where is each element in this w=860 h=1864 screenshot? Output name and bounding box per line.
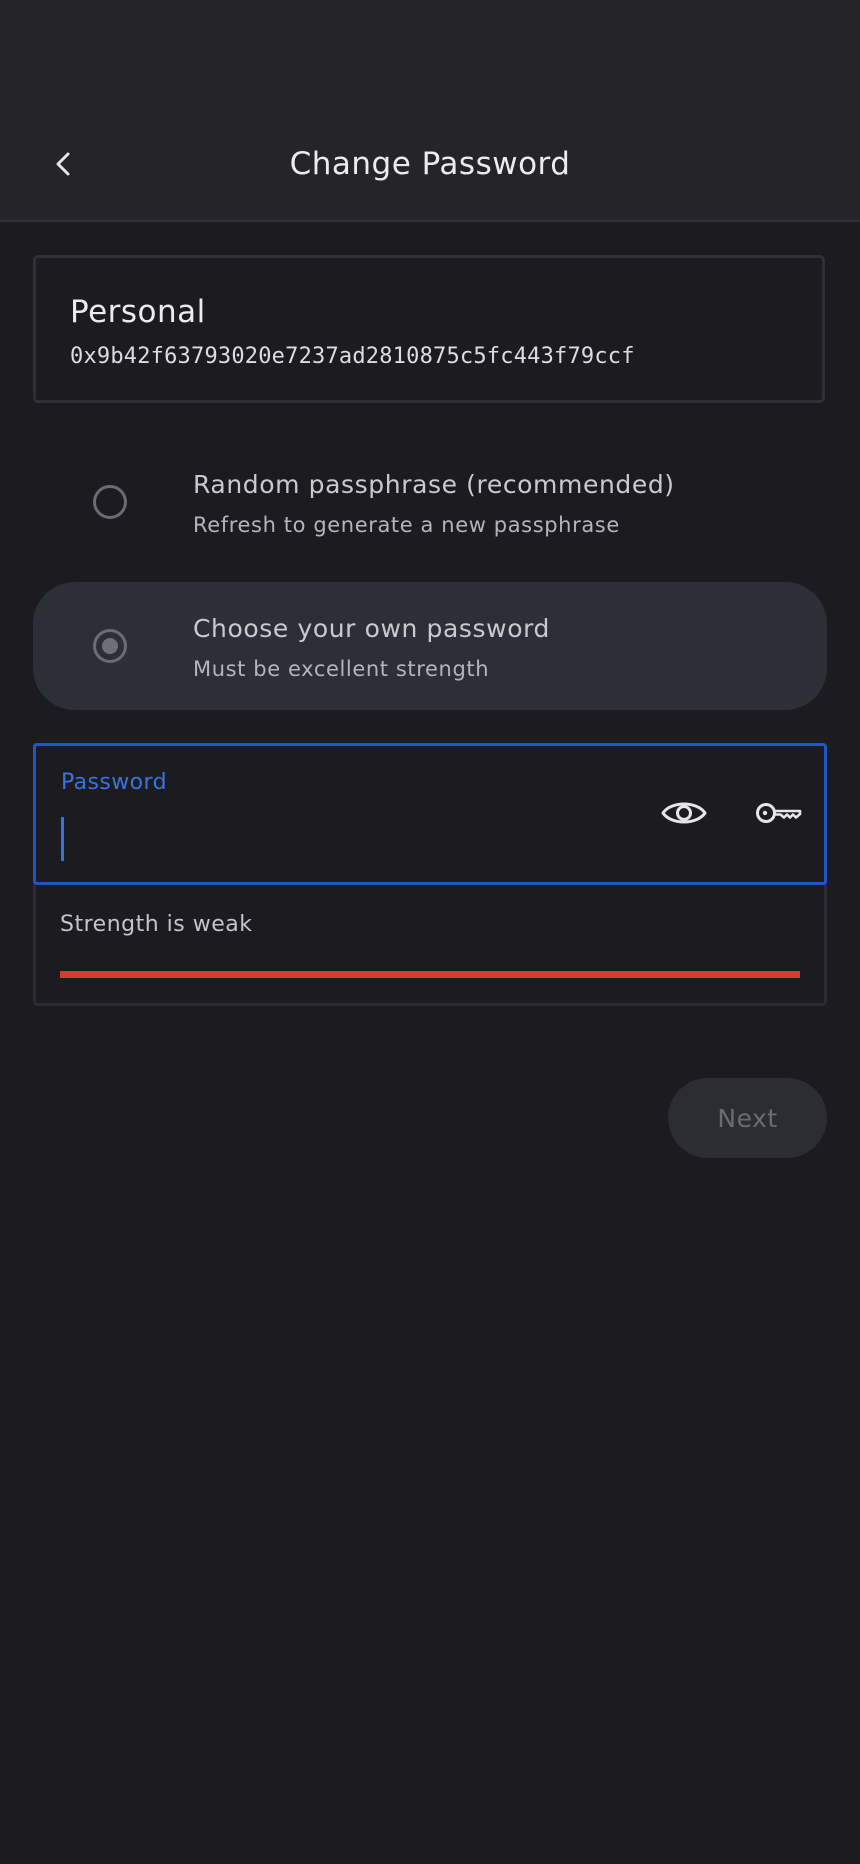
option-subtitle: Refresh to generate a new passphrase bbox=[193, 513, 620, 537]
account-card: Personal 0x9b42f63793020e7237ad2810875c5… bbox=[33, 255, 825, 403]
option-own-password[interactable]: Choose your own password Must be excelle… bbox=[33, 582, 827, 710]
radio-selected-dot bbox=[102, 638, 118, 654]
radio-own-password[interactable] bbox=[93, 629, 127, 663]
key-icon bbox=[756, 803, 802, 823]
option-title: Random passphrase (recommended) bbox=[193, 470, 675, 499]
top-app-bar: Change Password bbox=[0, 110, 860, 222]
page-title: Change Password bbox=[289, 146, 571, 182]
option-subtitle: Must be excellent strength bbox=[193, 657, 490, 681]
strength-meter bbox=[60, 971, 800, 978]
account-address: 0x9b42f63793020e7237ad2810875c5fc443f79c… bbox=[70, 344, 635, 369]
toggle-visibility-button[interactable] bbox=[654, 790, 714, 836]
next-button[interactable]: Next bbox=[668, 1078, 827, 1158]
strength-meter-fill bbox=[60, 971, 800, 978]
account-name: Personal bbox=[70, 294, 206, 330]
generate-password-button[interactable] bbox=[749, 790, 809, 836]
strength-text: Strength is weak bbox=[60, 912, 253, 937]
eye-icon bbox=[661, 802, 707, 824]
option-title: Choose your own password bbox=[193, 614, 551, 643]
password-field[interactable]: Password bbox=[33, 743, 827, 885]
option-random-passphrase[interactable]: Random passphrase (recommended) Refresh … bbox=[33, 438, 827, 566]
password-input[interactable] bbox=[61, 812, 625, 864]
radio-random-passphrase[interactable] bbox=[93, 485, 127, 519]
status-bar bbox=[0, 0, 860, 110]
password-label: Password bbox=[61, 770, 167, 795]
